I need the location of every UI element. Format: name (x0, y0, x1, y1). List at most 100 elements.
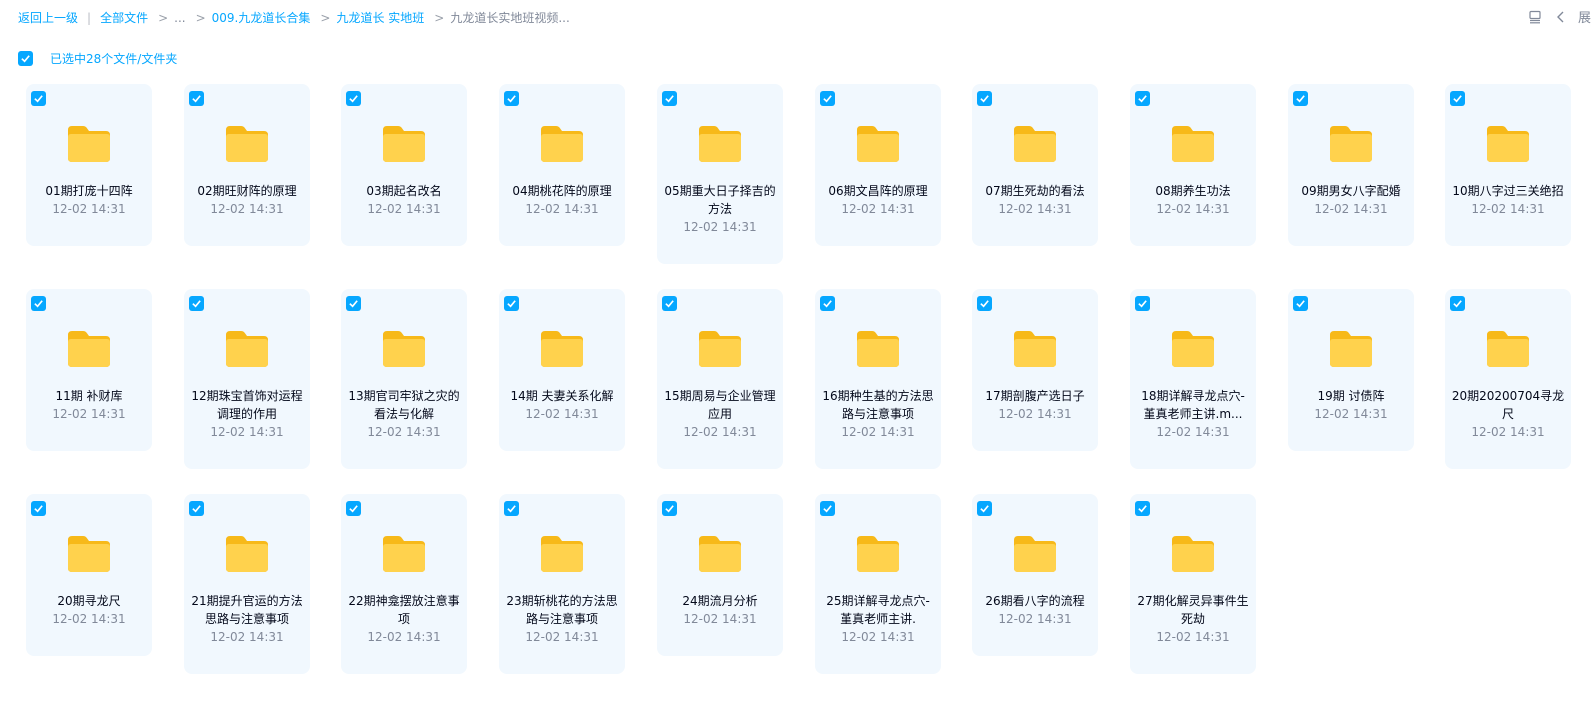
check-icon (1138, 505, 1147, 513)
file-name: 01期打庞十四阵 (45, 184, 133, 198)
item-checkbox[interactable] (1293, 91, 1308, 106)
folder-card[interactable]: 24期流月分析 12-02 14:31 (657, 494, 783, 656)
folder-card[interactable]: 15期周易与企业管理应用 12-02 14:31 (657, 289, 783, 469)
file-time: 12-02 14:31 (525, 202, 599, 216)
folder-card[interactable]: 23期斩桃花的方法思路与注意事项 12-02 14:31 (499, 494, 625, 674)
file-name: 25期详解寻龙点穴-堇真老师主讲. (826, 594, 930, 626)
folder-icon (68, 536, 110, 572)
folder-card[interactable]: 06期文昌阵的原理 12-02 14:31 (815, 84, 941, 246)
folder-card[interactable]: 21期提升官运的方法思路与注意事项 12-02 14:31 (184, 494, 310, 674)
folder-card[interactable]: 07期生死劫的看法 12-02 14:31 (972, 84, 1098, 246)
item-checkbox[interactable] (1293, 296, 1308, 311)
check-icon (34, 505, 43, 513)
folder-icon (699, 331, 741, 367)
list-view-icon[interactable] (1526, 8, 1544, 26)
folder-card[interactable]: 12期珠宝首饰对运程调理的作用 12-02 14:31 (184, 289, 310, 469)
file-name: 14期 夫妻关系化解 (510, 389, 614, 403)
file-time: 12-02 14:31 (683, 220, 757, 234)
item-checkbox[interactable] (820, 501, 835, 516)
item-checkbox[interactable] (820, 91, 835, 106)
item-checkbox[interactable] (504, 501, 519, 516)
file-time: 12-02 14:31 (1156, 425, 1230, 439)
item-checkbox[interactable] (1135, 91, 1150, 106)
folder-card[interactable]: 05期重大日子择吉的方法 12-02 14:31 (657, 84, 783, 264)
folder-card[interactable]: 13期官司牢狱之灾的看法与化解 12-02 14:31 (341, 289, 467, 469)
folder-card[interactable]: 14期 夫妻关系化解 12-02 14:31 (499, 289, 625, 451)
file-time: 12-02 14:31 (683, 425, 757, 439)
back-link[interactable]: 返回上一级 (18, 9, 78, 26)
folder-card[interactable]: 26期看八字的流程 12-02 14:31 (972, 494, 1098, 656)
check-icon (192, 505, 201, 513)
folder-card[interactable]: 11期 补财库 12-02 14:31 (26, 289, 152, 451)
folder-icon (68, 126, 110, 162)
file-time: 12-02 14:31 (1156, 630, 1230, 644)
breadcrumb-ellipsis[interactable]: ... (174, 11, 185, 25)
file-name: 12期珠宝首饰对运程调理的作用 (191, 389, 303, 421)
check-icon (1296, 300, 1305, 308)
file-time: 12-02 14:31 (998, 202, 1072, 216)
check-icon (34, 95, 43, 103)
item-checkbox[interactable] (1135, 296, 1150, 311)
folder-card[interactable]: 02期旺财阵的原理 12-02 14:31 (184, 84, 310, 246)
item-checkbox[interactable] (977, 91, 992, 106)
folder-card[interactable]: 19期 讨债阵 12-02 14:31 (1288, 289, 1414, 451)
item-checkbox[interactable] (504, 296, 519, 311)
file-time: 12-02 14:31 (210, 630, 284, 644)
folder-card[interactable]: 01期打庞十四阵 12-02 14:31 (26, 84, 152, 246)
folder-card[interactable]: 16期种生基的方法思路与注意事项 12-02 14:31 (815, 289, 941, 469)
file-name: 02期旺财阵的原理 (197, 184, 297, 198)
item-checkbox[interactable] (189, 296, 204, 311)
item-checkbox[interactable] (977, 296, 992, 311)
item-checkbox[interactable] (31, 296, 46, 311)
item-checkbox[interactable] (662, 296, 677, 311)
folder-icon (1014, 536, 1056, 572)
file-time: 12-02 14:31 (1314, 407, 1388, 421)
item-checkbox[interactable] (504, 91, 519, 106)
check-icon (349, 95, 358, 103)
folder-card[interactable]: 04期桃花阵的原理 12-02 14:31 (499, 84, 625, 246)
file-name: 07期生死劫的看法 (985, 184, 1085, 198)
folder-card[interactable]: 17期剖腹产选日子 12-02 14:31 (972, 289, 1098, 451)
item-checkbox[interactable] (346, 501, 361, 516)
folder-card[interactable]: 08期养生功法 12-02 14:31 (1130, 84, 1256, 246)
check-icon (507, 505, 516, 513)
item-checkbox[interactable] (1450, 296, 1465, 311)
file-time: 12-02 14:31 (367, 630, 441, 644)
breadcrumb-separator: > (320, 10, 331, 25)
folder-card[interactable]: 09期男女八字配婚 12-02 14:31 (1288, 84, 1414, 246)
folder-card[interactable]: 20期寻龙尺 12-02 14:31 (26, 494, 152, 656)
file-time: 12-02 14:31 (998, 407, 1072, 421)
folder-card[interactable]: 03期起名改名 12-02 14:31 (341, 84, 467, 246)
folder-card[interactable]: 25期详解寻龙点穴-堇真老师主讲. 12-02 14:31 (815, 494, 941, 674)
item-checkbox[interactable] (977, 501, 992, 516)
item-checkbox[interactable] (346, 296, 361, 311)
folder-icon (1172, 126, 1214, 162)
folder-icon (1014, 331, 1056, 367)
breadcrumb-item-class[interactable]: 九龙道长 实地班 (336, 9, 424, 26)
expand-label[interactable]: 展 (1578, 7, 1591, 26)
item-checkbox[interactable] (1135, 501, 1150, 516)
item-checkbox[interactable] (31, 501, 46, 516)
item-checkbox[interactable] (662, 91, 677, 106)
folder-card[interactable]: 10期八字过三关绝招 12-02 14:31 (1445, 84, 1571, 246)
item-checkbox[interactable] (346, 91, 361, 106)
file-time: 12-02 14:31 (210, 425, 284, 439)
file-name: 13期官司牢狱之灾的看法与化解 (348, 389, 460, 421)
folder-card[interactable]: 18期详解寻龙点穴-堇真老师主讲.m... 12-02 14:31 (1130, 289, 1256, 469)
folder-card[interactable]: 27期化解灵异事件生死劫 12-02 14:31 (1130, 494, 1256, 674)
item-checkbox[interactable] (189, 91, 204, 106)
folder-icon (1330, 331, 1372, 367)
folder-icon (1172, 331, 1214, 367)
select-all-checkbox[interactable] (18, 51, 33, 66)
item-checkbox[interactable] (820, 296, 835, 311)
item-checkbox[interactable] (662, 501, 677, 516)
item-checkbox[interactable] (31, 91, 46, 106)
item-checkbox[interactable] (1450, 91, 1465, 106)
chevron-left-icon[interactable] (1552, 8, 1570, 26)
breadcrumb-root[interactable]: 全部文件 (100, 9, 148, 26)
file-time: 12-02 14:31 (210, 202, 284, 216)
folder-card[interactable]: 20期20200704寻龙尺 12-02 14:31 (1445, 289, 1571, 469)
folder-card[interactable]: 22期神龛摆放注意事项 12-02 14:31 (341, 494, 467, 674)
item-checkbox[interactable] (189, 501, 204, 516)
breadcrumb-item-collection[interactable]: 009.九龙道长合集 (212, 9, 311, 26)
